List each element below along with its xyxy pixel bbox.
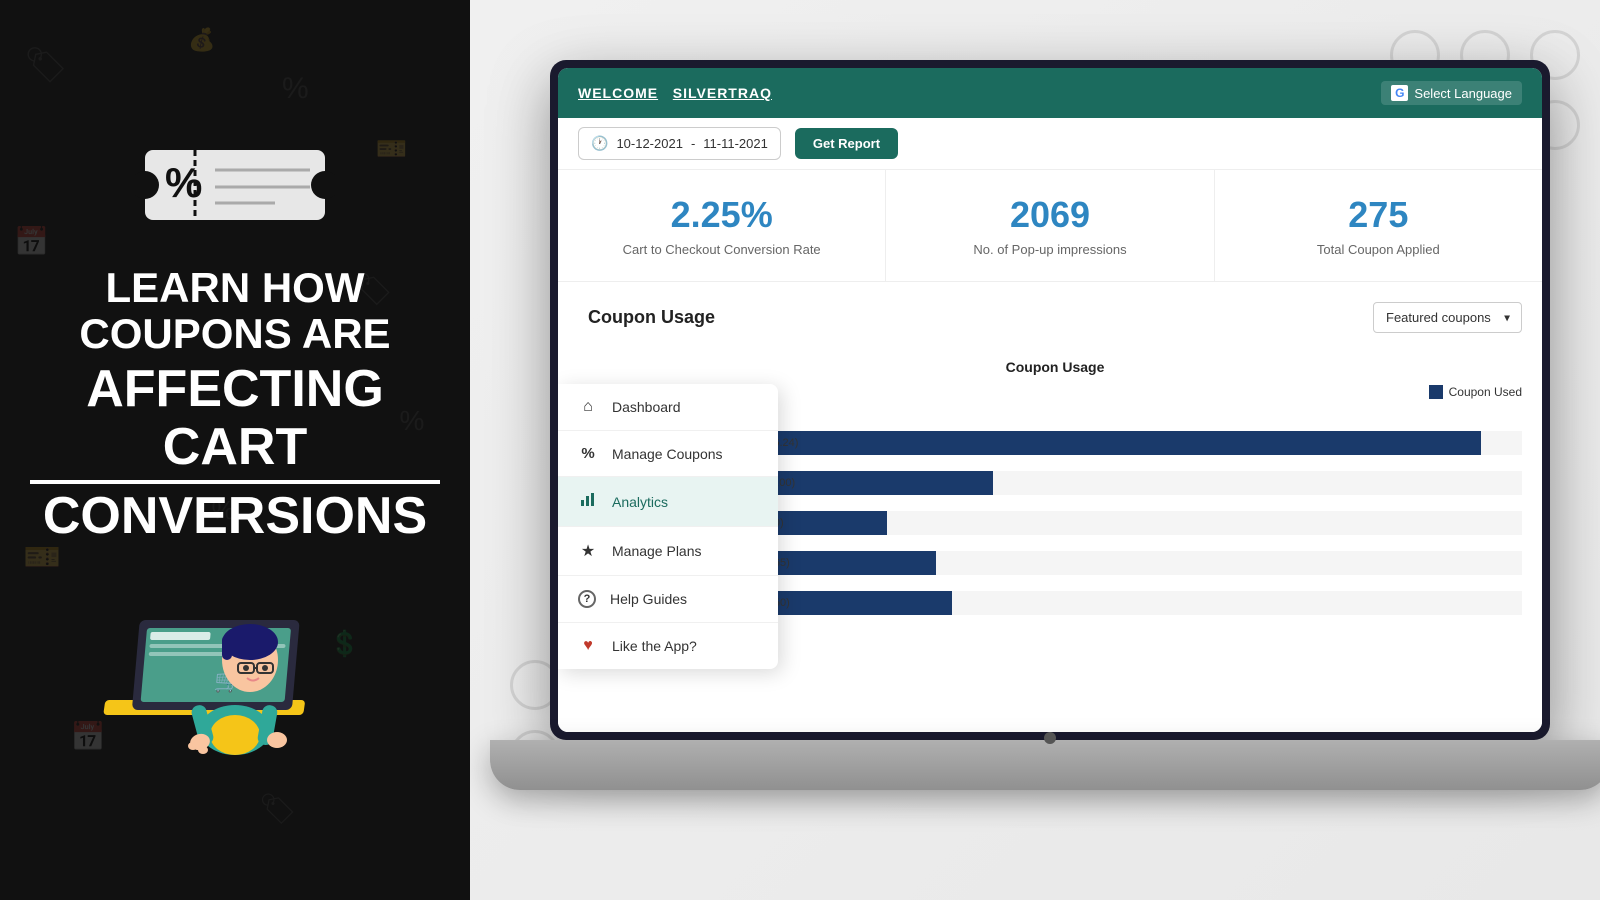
username: SILVERTRAQ (673, 85, 772, 101)
laptop-camera (1044, 732, 1056, 744)
manage-coupons-label: Manage Coupons (612, 446, 723, 462)
stat-card-impressions: 2069 No. of Pop-up impressions (886, 170, 1214, 281)
hero-line3: AFFECTING CART (30, 361, 440, 483)
date-range-picker[interactable]: 🕐 10-12-2021 - 11-11-2021 (578, 127, 781, 160)
hero-line4: CONVERSIONS (30, 488, 440, 545)
chart-header: Coupon Usage Featured coupons (588, 302, 1522, 333)
bar-track: 160- (401066.24) (708, 431, 1522, 455)
app-header: WELCOME SILVERTRAQ G Select Language (558, 68, 1542, 118)
lang-label: Select Language (1414, 86, 1512, 101)
get-report-button[interactable]: Get Report (795, 128, 898, 159)
analytics-label: Analytics (612, 494, 668, 510)
help-guides-label: Help Guides (610, 591, 687, 607)
stat-value-conversion: 2.25% (578, 194, 865, 236)
welcome-text: WELCOME SILVERTRAQ (578, 85, 772, 101)
stat-label-impressions: No. of Pop-up impressions (906, 242, 1193, 257)
sidebar-item-manage-coupons[interactable]: % Manage Coupons (558, 431, 778, 477)
date-end: 11-11-2021 (703, 136, 768, 151)
chart-inner-title: Coupon Usage (588, 359, 1522, 375)
stat-label-coupons: Total Coupon Applied (1235, 242, 1522, 257)
manage-plans-label: Manage Plans (612, 543, 702, 559)
stat-label-conversion: Cart to Checkout Conversion Rate (578, 242, 865, 257)
language-selector[interactable]: G Select Language (1381, 81, 1522, 105)
legend-color-box (1429, 385, 1443, 399)
coupons-icon: % (578, 445, 598, 462)
stat-value-impressions: 2069 (906, 194, 1193, 236)
heart-icon: ♥ (578, 637, 598, 655)
main-content: ⌂ Dashboard % Manage Coupons (558, 282, 1542, 732)
hero-line1: LEARN HOW (30, 265, 440, 311)
hero-text: LEARN HOW COUPONS ARE AFFECTING CART CON… (0, 265, 470, 545)
featured-coupons-dropdown-wrapper: Featured coupons (1373, 302, 1522, 333)
sidebar-item-dashboard[interactable]: ⌂ Dashboard (558, 384, 778, 431)
date-bar: 🕐 10-12-2021 - 11-11-2021 Get Report (558, 118, 1542, 170)
svg-text:%: % (165, 159, 202, 206)
help-icon: ? (578, 590, 596, 608)
screen-inner: WELCOME SILVERTRAQ G Select Language 🕐 1… (558, 68, 1542, 732)
coupon-main-icon: % (135, 135, 335, 235)
plans-icon: ★ (578, 541, 598, 561)
stat-card-conversion: 2.25% Cart to Checkout Conversion Rate (558, 170, 886, 281)
sidebar-menu: ⌂ Dashboard % Manage Coupons (558, 384, 778, 669)
left-panel: 🏷 % 🎫 📅 🏷 % 🎫 💲 📅 🏷 💰 % % LEARN HOW COUP… (0, 0, 470, 900)
welcome-label: WELCOME (578, 85, 658, 101)
bar-fill: 160- (401066.24) (708, 431, 1481, 455)
hero-line2: COUPONS ARE (30, 311, 440, 357)
laptop-base (490, 740, 1600, 790)
bar-track: -20- (118247.00) (708, 471, 1522, 495)
character-illustration: 🛒 (95, 560, 375, 765)
stats-row: 2.25% Cart to Checkout Conversion Rate 2… (558, 170, 1542, 282)
date-separator: - (691, 136, 695, 151)
stat-value-coupons: 275 (1235, 194, 1522, 236)
sidebar-item-help-guides[interactable]: ? Help Guides (558, 576, 778, 623)
date-start: 10-12-2021 (616, 136, 683, 151)
featured-coupons-dropdown[interactable]: Featured coupons (1373, 302, 1522, 333)
calendar-icon: 🕐 (591, 135, 608, 152)
dashboard-icon: ⌂ (578, 398, 598, 416)
dashboard-label: Dashboard (612, 399, 681, 415)
analytics-icon (578, 491, 598, 512)
stat-card-coupons: 275 Total Coupon Applied (1215, 170, 1542, 281)
like-app-label: Like the App? (612, 638, 697, 654)
google-icon: G (1391, 85, 1408, 101)
laptop-container: WELCOME SILVERTRAQ G Select Language 🕐 1… (550, 60, 1600, 880)
sidebar-item-analytics[interactable]: Analytics (558, 477, 778, 527)
sidebar-item-like-app[interactable]: ♥ Like the App? (558, 623, 778, 669)
sidebar-item-manage-plans[interactable]: ★ Manage Plans (558, 527, 778, 576)
laptop-screen: WELCOME SILVERTRAQ G Select Language 🕐 1… (550, 60, 1550, 740)
bar-track: -8- (18890.00) (708, 511, 1522, 535)
chart-section-title: Coupon Usage (588, 307, 715, 328)
right-panel: WELCOME SILVERTRAQ G Select Language 🕐 1… (470, 0, 1600, 900)
bar-track: -15- (41725.65) (708, 551, 1522, 575)
legend-label: Coupon Used (1449, 385, 1522, 399)
bar-track: -18- (40282.50) (708, 591, 1522, 615)
